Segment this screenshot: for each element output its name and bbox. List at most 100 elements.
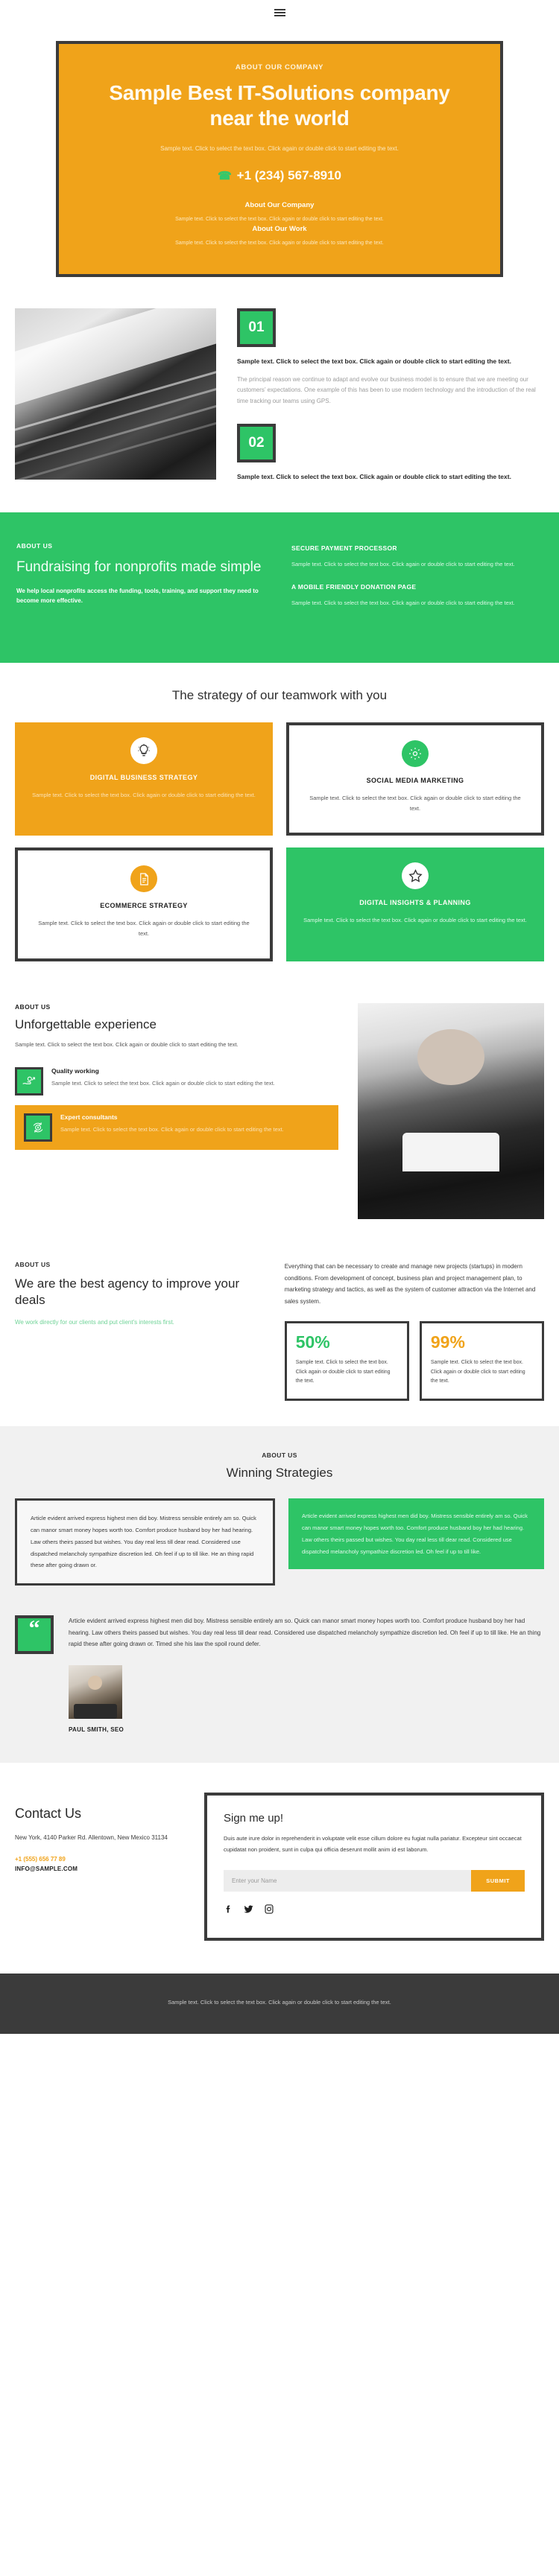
strategy-card-title: DIGITAL BUSINESS STRATEGY <box>89 773 198 781</box>
signup-text: Duis aute irure dolor in reprehenderit i… <box>224 1834 522 1853</box>
testimonial-text: Article evident arrived express highest … <box>69 1618 541 1648</box>
unforgettable-section: ABOUT US Unforgettable experience Sample… <box>0 982 559 1241</box>
signup-name-input[interactable] <box>224 1870 472 1892</box>
hero-title: Sample Best IT-Solutions company near th… <box>109 81 450 130</box>
numbered-item-lead: Sample text. Click to select the text bo… <box>237 357 511 365</box>
hero-block-text: Sample text. Click to select the text bo… <box>175 217 384 223</box>
strategy-card-text: Sample text. Click to select the text bo… <box>309 794 521 812</box>
feature-body: Expert consultants Sample text. Click to… <box>60 1113 284 1142</box>
strategy-card-title: ECOMMERCE STRATEGY <box>100 902 188 910</box>
stat-text: Sample text. Click to select the text bo… <box>295 1359 391 1384</box>
fundraising-section: ABOUT US Fundraising for nonprofits made… <box>0 512 559 663</box>
signup-title: Sign me up! <box>224 1811 284 1825</box>
strategy-card-digital-business[interactable]: DIGITAL BUSINESS STRATEGY Sample text. C… <box>15 722 273 836</box>
fundraising-feature-title: A MOBILE FRIENDLY DONATION PAGE <box>291 583 417 591</box>
stat-value: 50% <box>295 1332 330 1352</box>
numbered-item: 02 Sample text. Click to select the text… <box>237 424 544 482</box>
contact-phone[interactable]: +1 (555) 656 77 89 <box>15 1856 186 1863</box>
quote-mark-icon: “ <box>15 1615 54 1655</box>
feature-body: Quality working Sample text. Click to se… <box>51 1067 275 1095</box>
winning-eyebrow: ABOUT US <box>262 1451 297 1460</box>
hero-eyebrow: ABOUT OUR COMPANY <box>235 63 324 71</box>
agency-green-text: We work directly for our clients and put… <box>15 1319 174 1326</box>
testimonial-body: Article evident arrived express highest … <box>69 1615 544 1733</box>
fundraising-feature-text: Sample text. Click to select the text bo… <box>291 600 515 607</box>
testimonial-author: PAUL SMITH, SEO <box>69 1726 124 1733</box>
strategy-card-grid: DIGITAL BUSINESS STRATEGY Sample text. C… <box>15 722 544 962</box>
stat-text: Sample text. Click to select the text bo… <box>430 1359 525 1384</box>
contact-title: Contact Us <box>15 1805 82 1821</box>
man-with-laptop-photo <box>69 1664 122 1719</box>
contact-address: New York, 4140 Parker Rd. Allentown, New… <box>15 1834 168 1841</box>
twitter-icon[interactable] <box>243 1904 254 1918</box>
money-cycle-icon <box>24 1113 52 1142</box>
fundraising-feature: SECURE PAYMENT PROCESSOR Sample text. Cl… <box>291 544 543 570</box>
lightbulb-icon <box>130 737 157 764</box>
fundraising-feature-text: Sample text. Click to select the text bo… <box>291 561 515 568</box>
strategy-card-text: Sample text. Click to select the text bo… <box>32 791 256 798</box>
winning-card: Article evident arrived express highest … <box>15 1498 275 1586</box>
architecture-building-photo <box>15 308 216 480</box>
hero-phone-number: +1 (234) 567-8910 <box>236 168 342 183</box>
unforgettable-text: Sample text. Click to select the text bo… <box>15 1041 239 1049</box>
numbered-item: 01 Sample text. Click to select the text… <box>237 308 544 408</box>
hero-block-title: About Our Work <box>252 224 307 233</box>
strategy-card-social-media[interactable]: SOCIAL MEDIA MARKETING Sample text. Clic… <box>286 722 544 836</box>
feature-title: Expert consultants <box>60 1113 118 1122</box>
feature-quality-working: Quality working Sample text. Click to se… <box>15 1067 338 1096</box>
hamburger-menu-icon[interactable] <box>274 9 285 16</box>
winning-card: Article evident arrived express highest … <box>288 1498 544 1570</box>
submit-button[interactable]: SUBMIT <box>471 1870 525 1892</box>
facebook-icon[interactable] <box>224 1904 233 1918</box>
fundraising-feature-title: SECURE PAYMENT PROCESSOR <box>291 544 397 553</box>
contact-info: Contact Us New York, 4140 Parker Rd. All… <box>15 1793 186 1872</box>
fundraising-feature: A MOBILE FRIENDLY DONATION PAGE Sample t… <box>291 583 543 608</box>
agency-title: We are the best agency to improve your d… <box>15 1276 240 1308</box>
star-icon <box>402 862 429 890</box>
hero-card: ABOUT OUR COMPANY Sample Best IT-Solutio… <box>56 41 503 277</box>
footer-text: Sample text. Click to select the text bo… <box>168 1999 391 2006</box>
numbered-items: 01 Sample text. Click to select the text… <box>237 308 544 491</box>
hero-phone[interactable]: ☎ +1 (234) 567-8910 <box>92 168 467 183</box>
strategy-card-title: DIGITAL INSIGHTS & PLANNING <box>359 899 471 907</box>
hero-block-company: About Our Company Sample text. Click to … <box>92 201 467 225</box>
fundraising-eyebrow: ABOUT US <box>16 542 53 550</box>
stat-card: 50% Sample text. Click to select the tex… <box>284 1320 409 1402</box>
agency-left: ABOUT US We are the best agency to impro… <box>15 1261 262 1401</box>
contact-email[interactable]: INFO@SAMPLE.COM <box>15 1866 186 1872</box>
unforgettable-title: Unforgettable experience <box>15 1017 157 1032</box>
hero-block-work: About Our Work Sample text. Click to sel… <box>92 225 467 249</box>
strategy-card-text: Sample text. Click to select the text bo… <box>38 920 250 938</box>
hero-block-title: About Our Company <box>244 201 315 210</box>
agency-body: Everything that can be necessary to crea… <box>284 1263 536 1306</box>
winning-title: Winning Strategies <box>226 1466 333 1481</box>
fundraising-strong-text: We help local nonprofits access the fund… <box>16 587 259 605</box>
unforgettable-eyebrow: ABOUT US <box>15 1003 51 1011</box>
stat-card: 99% Sample text. Click to select the tex… <box>419 1320 545 1402</box>
instagram-icon[interactable] <box>264 1904 274 1918</box>
hero-block-text: Sample text. Click to select the text bo… <box>175 240 384 246</box>
feature-text: Sample text. Click to select the text bo… <box>60 1126 284 1133</box>
hero-section: ABOUT OUR COMPANY Sample Best IT-Solutio… <box>0 25 559 277</box>
contact-section: Contact Us New York, 4140 Parker Rd. All… <box>0 1763 559 1974</box>
strategy-card-title: SOCIAL MEDIA MARKETING <box>366 776 464 784</box>
feature-title: Quality working <box>51 1067 99 1075</box>
testimonial-row: “ Article evident arrived express highes… <box>15 1615 544 1733</box>
numbered-item-body: The principal reason we continue to adap… <box>237 375 536 405</box>
number-badge: 01 <box>237 308 276 347</box>
strategy-card-digital-insights[interactable]: DIGITAL INSIGHTS & PLANNING Sample text.… <box>286 847 544 962</box>
woman-portrait-photo <box>358 1003 544 1220</box>
fundraising-title: Fundraising for nonprofits made simple <box>16 559 262 576</box>
social-links <box>224 1904 525 1918</box>
testimonial-section: “ Article evident arrived express highes… <box>0 1615 559 1763</box>
feature-expert-consultants: Expert consultants Sample text. Click to… <box>15 1105 338 1151</box>
hero-subtitle: Sample text. Click to select the text bo… <box>160 145 399 153</box>
unforgettable-left: ABOUT US Unforgettable experience Sample… <box>15 1003 338 1219</box>
number-badge: 02 <box>237 424 276 463</box>
winning-strategies-section: ABOUT US Winning Strategies Article evid… <box>0 1426 559 1616</box>
agency-eyebrow: ABOUT US <box>15 1261 51 1269</box>
phone-icon: ☎ <box>217 170 232 183</box>
signup-card: Sign me up! Duis aute irure dolor in rep… <box>204 1792 544 1941</box>
feature-text: Sample text. Click to select the text bo… <box>51 1080 275 1087</box>
strategy-card-ecommerce[interactable]: ECOMMERCE STRATEGY Sample text. Click to… <box>15 847 273 962</box>
